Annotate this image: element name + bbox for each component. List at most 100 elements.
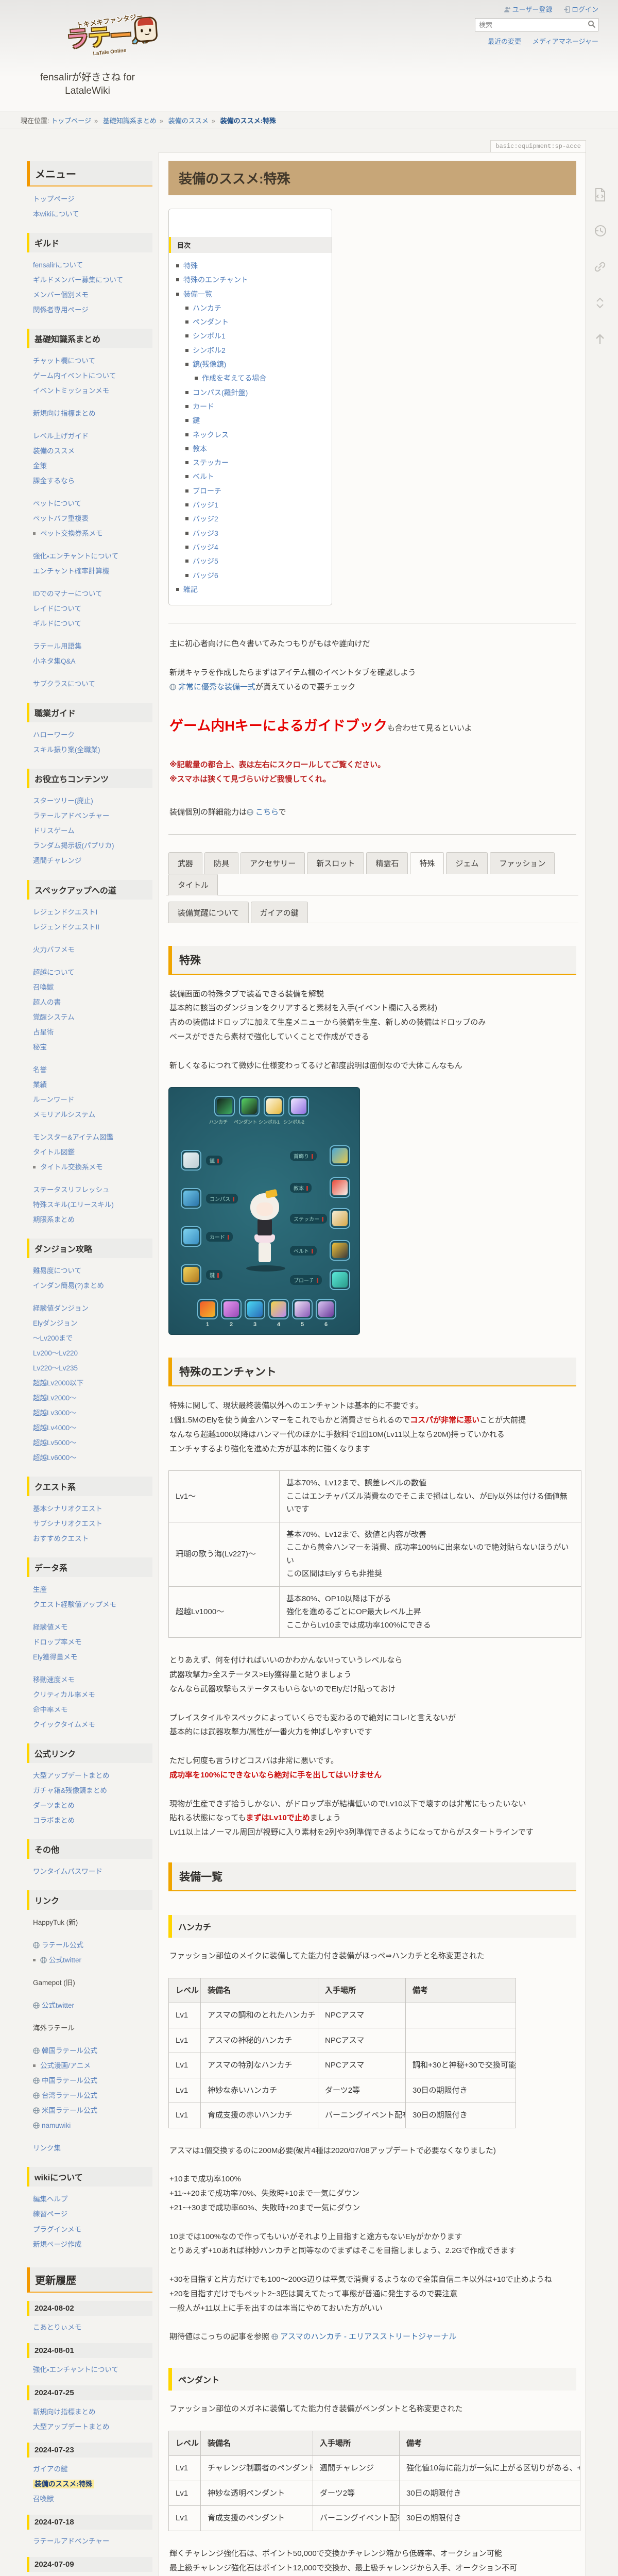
sidebar-link[interactable]: 超越Lv2000〜 (33, 1394, 77, 1402)
tab-装備覚醒について[interactable]: 装備覚醒について (168, 901, 249, 923)
sidebar-link[interactable]: 大型アップデートまとめ (33, 1772, 110, 1780)
sidebar-link[interactable]: ガチャ箱&残像鏡まとめ (33, 1787, 107, 1794)
toc-link[interactable]: 鏡(残像鏡) (193, 360, 226, 368)
tab-特殊[interactable]: 特殊 (410, 852, 444, 874)
breadcrumb-link[interactable]: トップページ (51, 117, 91, 125)
sidebar-link[interactable]: 火力バフメモ (33, 946, 75, 954)
sidebar-link[interactable]: ギルドについて (33, 620, 81, 628)
sidebar-link[interactable]: ランダム掲示板(パプリカ) (33, 842, 114, 850)
sidebar-link[interactable]: スターツリー(廃止) (33, 797, 93, 805)
toc-link[interactable]: バッジ5 (193, 557, 218, 565)
tab-タイトル[interactable]: タイトル (168, 873, 218, 895)
sidebar-link[interactable]: 公式twitter (42, 2002, 74, 2009)
tab-精霊石[interactable]: 精霊石 (366, 852, 408, 874)
sidebar-link[interactable]: 名誉 (33, 1066, 47, 1074)
sidebar-link[interactable]: ワンタイムパスワード (33, 1868, 102, 1875)
toc-link[interactable]: ペンダント (193, 318, 229, 326)
sidebar-link[interactable]: 経験値メモ (33, 1623, 68, 1631)
sidebar-link[interactable]: ラテール用語集 (33, 642, 82, 650)
sidebar-link[interactable]: ハローワーク (33, 731, 75, 739)
update-link[interactable]: ガイアの鍵 (33, 2465, 68, 2473)
event-equipment-link[interactable]: 非常に優秀な装備一式 (178, 683, 255, 691)
toc-link[interactable]: バッジ4 (193, 543, 218, 551)
tab-ジェム[interactable]: ジェム (446, 852, 488, 874)
sidebar-link[interactable]: レジェンドクエストI (33, 908, 97, 916)
sidebar-link[interactable]: おすすめクエスト (33, 1535, 89, 1543)
sidebar-link[interactable]: 秘宝 (33, 1043, 47, 1051)
tab-アクセサリー[interactable]: アクセサリー (241, 852, 305, 874)
sidebar-link[interactable]: インダン簡易(?)まとめ (33, 1282, 104, 1290)
sidebar-link[interactable]: ギルドメンバー募集について (33, 276, 123, 284)
sidebar-link[interactable]: 編集ヘルプ (33, 2195, 68, 2203)
toc-link[interactable]: シンボル2 (193, 346, 226, 354)
toc-link[interactable]: 作成を考えてる場合 (202, 374, 266, 382)
tab-武器[interactable]: 武器 (168, 852, 203, 874)
backlink-icon[interactable] (593, 260, 607, 274)
toc-link[interactable]: ブローチ (193, 487, 221, 495)
sidebar-link[interactable]: 生産 (33, 1586, 47, 1594)
sidebar-link[interactable]: Elyダンジョン (33, 1319, 77, 1327)
media-manager-link[interactable]: メディアマネージャー (533, 38, 598, 45)
sidebar-link[interactable]: サブシナリオクエスト (33, 1520, 102, 1528)
toc-link[interactable]: 特殊 (183, 262, 198, 270)
sidebar-link[interactable]: 覚醒システム (33, 1013, 75, 1021)
sidebar-link[interactable]: トップページ (33, 195, 75, 203)
update-link-current-page[interactable]: 装備のススメ:特殊 (33, 2479, 94, 2488)
login-link[interactable]: ログイン (563, 6, 598, 13)
sidebar-link[interactable]: クリティカル率メモ (33, 1691, 95, 1699)
breadcrumb-link[interactable]: 装備のススメ (168, 117, 209, 125)
sidebar-link[interactable]: ゲーム内イベントについて (33, 372, 116, 380)
sidebar-link[interactable]: 難易度について (33, 1267, 81, 1275)
sidebar-link[interactable]: コラボまとめ (33, 1817, 75, 1824)
search-input[interactable] (475, 18, 598, 31)
sidebar-link[interactable]: レジェンドクエストII (33, 923, 99, 931)
update-link[interactable]: 新規向け指標まとめ (33, 2408, 96, 2416)
toc-link[interactable]: ハンカチ (193, 304, 221, 312)
asuma-journal-link[interactable]: アスマのハンカチ - エリアスストリートジャーナル (280, 2332, 456, 2341)
sidebar-link[interactable]: 練習ページ (33, 2210, 67, 2218)
toc-link[interactable]: ステッカー (193, 459, 229, 467)
sidebar-link[interactable]: 小ネタ集Q&A (33, 657, 76, 665)
tab-新スロット[interactable]: 新スロット (307, 852, 365, 874)
sidebar-link[interactable]: 米国ラテール公式 (42, 2107, 97, 2114)
sidebar-link[interactable]: 週間チャレンジ (33, 857, 81, 865)
tab-防具[interactable]: 防具 (204, 852, 239, 874)
sidebar-link[interactable]: ダーツまとめ (33, 1802, 75, 1809)
toc-link[interactable]: カード (193, 402, 214, 411)
tab-ガイアの鍵[interactable]: ガイアの鍵 (250, 901, 308, 923)
sidebar-link[interactable]: 中国ラテール公式 (42, 2077, 97, 2084)
sidebar-link[interactable]: レイドについて (33, 605, 81, 613)
sidebar-link[interactable]: 基本シナリオクエスト (33, 1505, 102, 1513)
update-link[interactable]: こあとりぃメモ (33, 2324, 82, 2331)
toc-link[interactable]: バッジ2 (193, 515, 218, 523)
sidebar-link[interactable]: 新規ページ作成 (33, 2241, 81, 2248)
sidebar-link[interactable]: 召喚獣 (33, 984, 54, 991)
source-icon[interactable] (593, 188, 607, 202)
sidebar-link[interactable]: ラテール公式 (42, 1941, 83, 1949)
sidebar-link[interactable]: 超越Lv4000〜 (33, 1424, 77, 1432)
history-icon[interactable] (593, 224, 607, 238)
sidebar-link[interactable]: 超人の書 (33, 998, 61, 1006)
fold-icon[interactable] (593, 296, 607, 310)
register-link[interactable]: ユーザー登録 (504, 6, 552, 13)
sidebar-link[interactable]: サブクラスについて (33, 680, 95, 688)
sidebar-link[interactable]: Ely獲得量メモ (33, 1653, 77, 1661)
sidebar-link[interactable]: 経験値ダンジョン (33, 1304, 89, 1312)
sidebar-link[interactable]: メモリアルシステム (33, 1111, 95, 1118)
sidebar-link[interactable]: 超越Lv2000以下 (33, 1379, 83, 1387)
recent-changes-link[interactable]: 最近の変更 (488, 38, 521, 45)
sidebar-link[interactable]: クエスト経験値アップメモ (33, 1601, 116, 1608)
sidebar-link[interactable]: タイトル交換系メモ (40, 1163, 103, 1171)
sidebar-link[interactable]: IDでのマナーについて (33, 590, 102, 598)
update-link[interactable]: 大型アップデートまとめ (33, 2423, 110, 2431)
sidebar-link[interactable]: 新規向け指標まとめ (33, 410, 96, 417)
sidebar-link[interactable]: ドロップ率メモ (33, 1638, 82, 1646)
toc-link[interactable]: コンパス(羅針盤) (193, 388, 248, 397)
sidebar-link[interactable]: 移動速度メモ (33, 1676, 75, 1684)
sidebar-link[interactable]: 命中率メモ (33, 1706, 68, 1714)
sidebar-link[interactable]: ペットバフ重複表 (33, 515, 89, 522)
page-id-tab[interactable]: basic:equipment:sp-acce (490, 140, 586, 152)
sidebar-link[interactable]: クイックタイムメモ (33, 1721, 95, 1728)
toc-link[interactable]: バッジ6 (193, 571, 218, 580)
update-link[interactable]: 強化・エンチャントについて (33, 2366, 118, 2374)
